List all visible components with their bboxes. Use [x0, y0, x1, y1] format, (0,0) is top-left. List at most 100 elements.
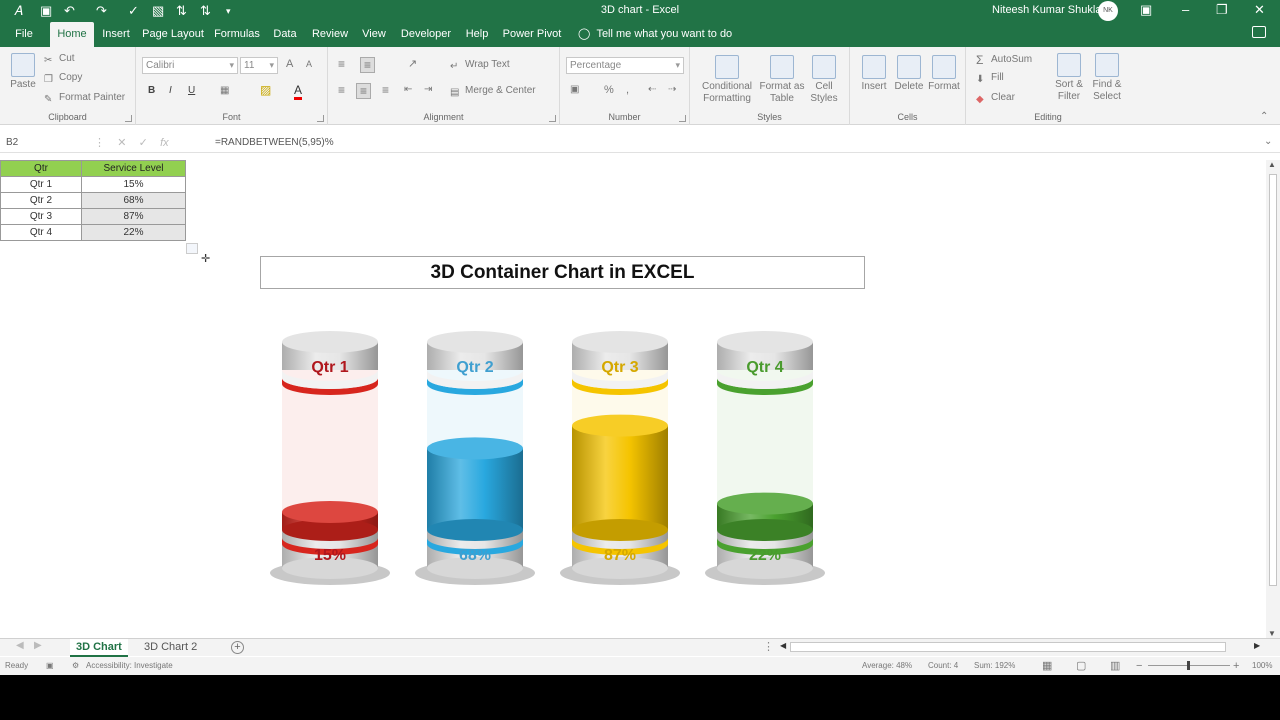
font-size-select[interactable]: 11: [240, 57, 278, 74]
align-right-icon[interactable]: ≡: [382, 83, 389, 97]
worksheet[interactable]: Qtr Service Level Qtr 1 15% Qtr 2 68% Qt…: [0, 160, 1266, 635]
page-break-view-icon[interactable]: ▥: [1110, 657, 1120, 675]
zoom-level[interactable]: 100%: [1252, 657, 1272, 675]
merge-center-button[interactable]: ▤ Merge & Center: [450, 85, 536, 98]
copy-button[interactable]: ❐ Copy: [44, 72, 82, 85]
grow-font-button[interactable]: A: [286, 58, 293, 70]
cut-button[interactable]: ✂ Cut: [44, 53, 75, 66]
underline-button[interactable]: U: [188, 85, 195, 96]
accessibility-icon[interactable]: ⚙: [72, 657, 79, 675]
font-color-button[interactable]: A: [294, 83, 303, 100]
prev-sheet-icon[interactable]: ◀: [16, 640, 24, 651]
tab-view[interactable]: View: [358, 22, 390, 47]
number-format-select[interactable]: Percentage: [566, 57, 684, 74]
conditional-formatting-button[interactable]: Conditional Formatting: [696, 55, 758, 105]
macro-record-icon[interactable]: ▣: [46, 657, 54, 675]
borders-icon[interactable]: ▦: [220, 85, 229, 96]
undo-icon[interactable]: ↶: [64, 2, 75, 20]
tab-insert[interactable]: Insert: [98, 22, 134, 47]
next-sheet-icon[interactable]: ▶: [34, 640, 42, 651]
tab-home[interactable]: Home: [50, 22, 94, 47]
accessibility-status[interactable]: Accessibility: Investigate: [86, 657, 173, 675]
sheet-tab-3d-chart[interactable]: 3D Chart: [70, 639, 128, 657]
restore-icon[interactable]: ❐: [1216, 1, 1228, 19]
zoom-in-icon[interactable]: +: [1233, 657, 1239, 675]
paste-button[interactable]: Paste: [6, 53, 40, 91]
comments-icon[interactable]: [1252, 26, 1266, 38]
font-launcher-icon[interactable]: [317, 115, 324, 122]
scroll-up-icon[interactable]: ▲: [1268, 160, 1276, 169]
quick-analysis-icon[interactable]: [186, 243, 198, 254]
formula-input[interactable]: =RANDBETWEEN(5,95)%: [215, 135, 334, 151]
scroll-thumb[interactable]: [1269, 174, 1277, 586]
tab-file[interactable]: File: [8, 22, 40, 47]
orientation-icon[interactable]: ↗: [408, 57, 417, 70]
cell-service-level[interactable]: 68%: [81, 192, 186, 209]
status-sum[interactable]: Sum: 192%: [974, 657, 1015, 675]
percent-button[interactable]: %: [604, 84, 614, 96]
spelling-icon[interactable]: ✓: [128, 2, 139, 20]
currency-icon[interactable]: ▣: [570, 84, 579, 95]
bold-button[interactable]: B: [148, 85, 155, 96]
align-left-icon[interactable]: ≡: [338, 83, 345, 97]
status-average[interactable]: Average: 48%: [862, 657, 912, 675]
expand-formula-bar-icon[interactable]: ⌄: [1264, 136, 1272, 147]
format-painter-button[interactable]: ✎ Format Painter: [44, 92, 125, 105]
scroll-down-icon[interactable]: ▼: [1268, 629, 1276, 638]
save-icon[interactable]: ▣: [40, 2, 52, 20]
cell-qtr[interactable]: Qtr 4: [0, 224, 82, 241]
insert-cells-button[interactable]: Insert: [858, 55, 890, 93]
cell-qtr[interactable]: Qtr 3: [0, 208, 82, 225]
clear-button[interactable]: ◆ Clear: [976, 92, 1015, 105]
sort-desc-icon[interactable]: ⇅: [200, 2, 211, 20]
scroll-left-icon[interactable]: ◀: [780, 641, 786, 650]
add-sheet-button[interactable]: +: [231, 641, 244, 654]
tab-data[interactable]: Data: [268, 22, 302, 47]
autosave-icon[interactable]: 𝐴: [14, 2, 23, 20]
name-box[interactable]: B2: [6, 135, 84, 151]
autosum-button[interactable]: Σ AutoSum: [976, 53, 1032, 67]
alignment-launcher-icon[interactable]: [549, 115, 556, 122]
ribbon-display-icon[interactable]: ▣: [1140, 1, 1152, 19]
user-name[interactable]: Niteesh Kumar Shukla: [992, 4, 1101, 16]
insert-function-icon[interactable]: fx: [160, 137, 169, 149]
tab-power-pivot[interactable]: Power Pivot: [500, 22, 564, 47]
cell-service-level[interactable]: 22%: [81, 224, 186, 241]
delete-cells-button[interactable]: Delete: [892, 55, 926, 93]
decrease-indent-icon[interactable]: ⇤: [404, 84, 412, 95]
cell-service-level[interactable]: 87%: [81, 208, 186, 225]
chart-title[interactable]: 3D Container Chart in EXCEL: [260, 256, 865, 289]
find-select-button[interactable]: Find & Select: [1088, 53, 1126, 103]
format-cells-button[interactable]: Format: [926, 55, 962, 93]
sort-filter-button[interactable]: Sort & Filter: [1050, 53, 1088, 103]
page-layout-view-icon[interactable]: ▢: [1076, 657, 1086, 675]
customize-qat-icon[interactable]: ▾: [226, 2, 231, 20]
cell-styles-button[interactable]: Cell Styles: [806, 55, 842, 105]
format-as-table-button[interactable]: Format as Table: [758, 55, 806, 105]
collapse-ribbon-icon[interactable]: ⌃: [1260, 111, 1268, 122]
tab-developer[interactable]: Developer: [396, 22, 456, 47]
cell-qtr[interactable]: Qtr 2: [0, 192, 82, 209]
increase-decimal-icon[interactable]: ⇠: [648, 84, 656, 95]
clipboard-launcher-icon[interactable]: [125, 115, 132, 122]
align-top-icon[interactable]: ≡: [338, 57, 345, 71]
scroll-right-icon[interactable]: ▶: [1254, 641, 1260, 650]
shrink-font-button[interactable]: A: [306, 59, 312, 69]
font-face-select[interactable]: Calibri: [142, 57, 238, 74]
tab-formulas[interactable]: Formulas: [212, 22, 262, 47]
normal-view-icon[interactable]: ▦: [1042, 657, 1052, 675]
vertical-scrollbar[interactable]: ▲ ▼: [1266, 160, 1280, 638]
cell-service-level[interactable]: 15%: [81, 176, 186, 193]
increase-indent-icon[interactable]: ⇥: [424, 84, 432, 95]
header-service-level[interactable]: Service Level: [81, 160, 186, 177]
redo-icon[interactable]: ↷: [96, 2, 107, 20]
fill-color-icon[interactable]: ▨: [260, 83, 271, 97]
wrap-text-button[interactable]: ↵ Wrap Text: [450, 59, 510, 72]
tab-split-handle[interactable]: ⋮: [763, 640, 774, 653]
comma-button[interactable]: ,: [626, 84, 629, 96]
tab-page-layout[interactable]: Page Layout: [140, 22, 206, 47]
header-qtr[interactable]: Qtr: [0, 160, 82, 177]
align-middle-icon[interactable]: ≡: [360, 57, 376, 73]
camera-icon[interactable]: ▧: [152, 2, 164, 20]
status-count[interactable]: Count: 4: [928, 657, 958, 675]
